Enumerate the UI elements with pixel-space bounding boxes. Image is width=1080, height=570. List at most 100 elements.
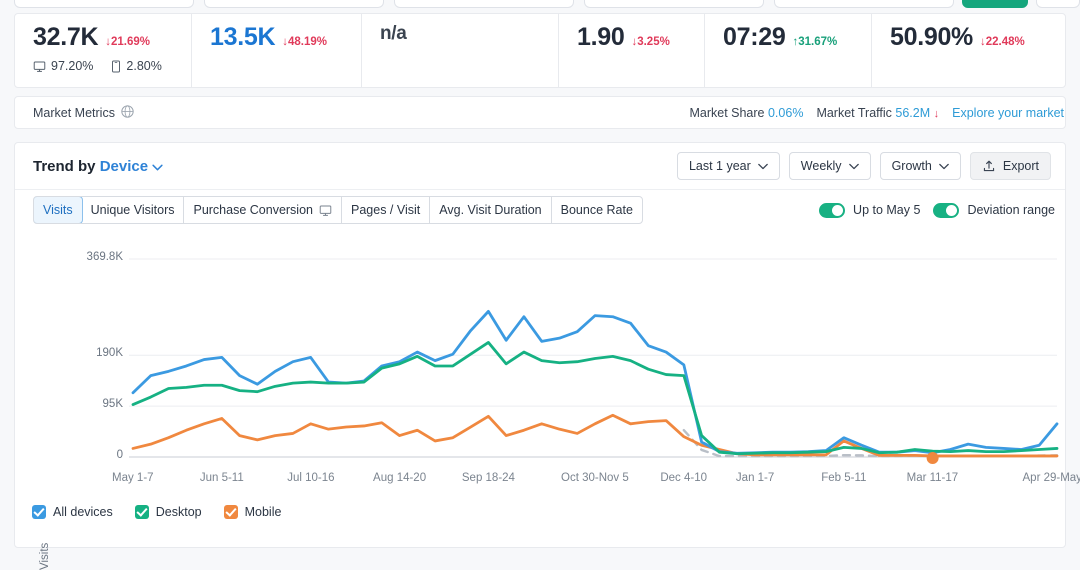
x-axis-tick: Oct 30-Nov 5: [561, 472, 629, 484]
legend-mobile-label: Mobile: [245, 505, 282, 519]
tab-bounce-rate-label: Bounce Rate: [561, 203, 633, 217]
tab-unique-visitors[interactable]: Unique Visitors: [82, 197, 185, 223]
series-line-all-devices[interactable]: [133, 311, 1057, 453]
period-dropdown[interactable]: Last 1 year: [677, 152, 780, 180]
kpi-cell-5: 50.90% ↓22.48%: [871, 14, 1065, 87]
chevron-down-icon: [152, 158, 163, 175]
y-axis-tick: 369.8K: [15, 251, 123, 263]
trend-chart: Visits 369.8K190K95K0May 1-7Jun 5-11Jul …: [15, 230, 1065, 535]
x-axis-tick: Jun 5-11: [200, 472, 244, 484]
checkbox-checked-icon[interactable]: [135, 505, 149, 519]
kpi-value-row: 07:29↑31.67%: [723, 23, 871, 52]
kpi-delta-value: 31.67%: [798, 36, 837, 48]
market-metrics-bar: Market Metrics Market Share 0.06% Market…: [14, 96, 1066, 129]
market-traffic-group: Market Traffic 56.2M ↓: [816, 106, 939, 120]
kpi-delta-down: ↓3.25%: [631, 36, 669, 48]
analytics-page: 32.7K↓21.69%97.20%2.80%13.5K↓48.19%n/a1.…: [0, 0, 1080, 562]
toggle-deviation-range[interactable]: Deviation range: [933, 203, 1055, 218]
mobile-icon: [111, 59, 121, 73]
filter-chip-4[interactable]: [584, 0, 764, 8]
filter-chip-3[interactable]: [394, 0, 574, 8]
top-filter-strip: [0, 0, 1080, 14]
toggle-up-to-may-5-label: Up to May 5: [853, 203, 920, 217]
kpi-device-value: 97.20%: [51, 59, 93, 73]
trend-dimension-dropdown[interactable]: Device: [100, 158, 163, 175]
trend-card: Trend by Device Last 1 year Weekly Growth E…: [14, 142, 1066, 548]
kpi-device-value: 2.80%: [126, 59, 161, 73]
checkbox-checked-icon[interactable]: [224, 505, 238, 519]
kpi-value: 50.90%: [890, 23, 973, 52]
granularity-dropdown[interactable]: Weekly: [789, 152, 871, 180]
kpi-value-row: 13.5K ↓48.19%: [210, 23, 361, 52]
toggle-switch[interactable]: [933, 203, 959, 218]
current-point-marker[interactable]: [927, 452, 939, 464]
kpi-summary-card: 32.7K↓21.69%97.20%2.80%13.5K↓48.19%n/a1.…: [14, 13, 1066, 88]
tab-avg-visit-duration-label: Avg. Visit Duration: [439, 203, 541, 217]
kpi-delta-down: ↓22.48%: [980, 36, 1025, 48]
kpi-delta-value: 3.25%: [637, 36, 670, 48]
trend-down-arrow-icon: ↓: [934, 108, 940, 120]
toggle-up-to-may-5[interactable]: Up to May 5: [819, 203, 920, 218]
kpi-value: 1.90: [577, 23, 624, 52]
trend-chart-svg[interactable]: [15, 230, 1065, 535]
legend-desktop[interactable]: Desktop: [135, 505, 202, 519]
kpi-delta-value: 21.69%: [111, 36, 150, 48]
tab-purchase-conversion[interactable]: Purchase Conversion: [184, 197, 342, 223]
market-traffic-value: 56.2M: [895, 106, 930, 120]
trend-dimension-label: Device: [100, 158, 148, 175]
kpi-value-row: n/a: [380, 23, 558, 45]
apply-button[interactable]: [962, 0, 1028, 8]
filter-chip-1[interactable]: [14, 0, 194, 8]
y-axis-tick: 0: [15, 449, 123, 461]
legend-desktop-label: Desktop: [156, 505, 202, 519]
trend-title-prefix: Trend by: [33, 158, 96, 175]
tab-pages-per-visit[interactable]: Pages / Visit: [342, 197, 430, 223]
explore-your-market-link[interactable]: Explore your market: [952, 106, 1064, 120]
kpi-device-split: 97.20% 2.80%: [33, 59, 191, 73]
globe-info-icon[interactable]: [121, 105, 134, 121]
chart-legend: All devices Desktop Mobile: [32, 505, 281, 519]
metric-tabs: Visits Unique Visitors Purchase Conversion…: [33, 196, 643, 224]
market-traffic-label: Market Traffic: [816, 106, 891, 120]
x-axis-tick: Feb 5-11: [821, 472, 866, 484]
desktop-icon: [33, 59, 46, 73]
checkbox-checked-icon[interactable]: [32, 505, 46, 519]
chevron-down-icon: [849, 159, 859, 173]
filter-chip-6[interactable]: [1036, 0, 1080, 8]
x-axis-tick: May 1-7: [112, 472, 154, 484]
period-dropdown-label: Last 1 year: [689, 159, 751, 173]
tab-visits[interactable]: Visits: [33, 196, 83, 224]
kpi-value-row: 1.90 ↓3.25%: [577, 23, 704, 52]
export-icon: [982, 159, 996, 174]
x-axis-tick: Mar 11-17: [907, 472, 959, 484]
kpi-cell-2: n/a: [361, 14, 558, 87]
toggle-switch[interactable]: [819, 203, 845, 218]
metric-mode-dropdown[interactable]: Growth: [880, 152, 961, 180]
x-axis-tick: Aug 14-20: [373, 472, 426, 484]
kpi-delta-up: ↑31.67%: [792, 36, 837, 48]
chart-toggles: Up to May 5 Deviation range: [819, 203, 1055, 218]
kpi-delta-down: ↓48.19%: [282, 36, 327, 48]
tab-avg-visit-duration[interactable]: Avg. Visit Duration: [430, 197, 551, 223]
tab-bounce-rate[interactable]: Bounce Rate: [552, 197, 642, 223]
desktop-icon: [319, 203, 332, 217]
market-metrics-title-group: Market Metrics: [15, 105, 134, 121]
filter-chip-5[interactable]: [774, 0, 954, 8]
market-share-value: 0.06%: [768, 106, 803, 120]
kpi-cell-1: 13.5K ↓48.19%: [191, 14, 361, 87]
y-axis-tick: 190K: [15, 347, 123, 359]
x-axis-tick: Jan 1-7: [736, 472, 774, 484]
market-metrics-label: Market Metrics: [33, 106, 115, 120]
legend-mobile[interactable]: Mobile: [224, 505, 282, 519]
export-button[interactable]: Export: [970, 152, 1051, 180]
legend-all-devices[interactable]: All devices: [32, 505, 113, 519]
chevron-down-icon: [939, 159, 949, 173]
tab-visits-label: Visits: [43, 203, 73, 217]
toggle-deviation-range-label: Deviation range: [967, 203, 1055, 217]
kpi-cell-4: 07:29↑31.67%: [704, 14, 871, 87]
tab-purchase-conversion-label: Purchase Conversion: [193, 203, 313, 217]
kpi-value[interactable]: 13.5K: [210, 23, 275, 52]
trend-header-controls: Last 1 year Weekly Growth Export: [677, 152, 1051, 180]
kpi-cell-3: 1.90 ↓3.25%: [558, 14, 704, 87]
filter-chip-2[interactable]: [204, 0, 384, 8]
